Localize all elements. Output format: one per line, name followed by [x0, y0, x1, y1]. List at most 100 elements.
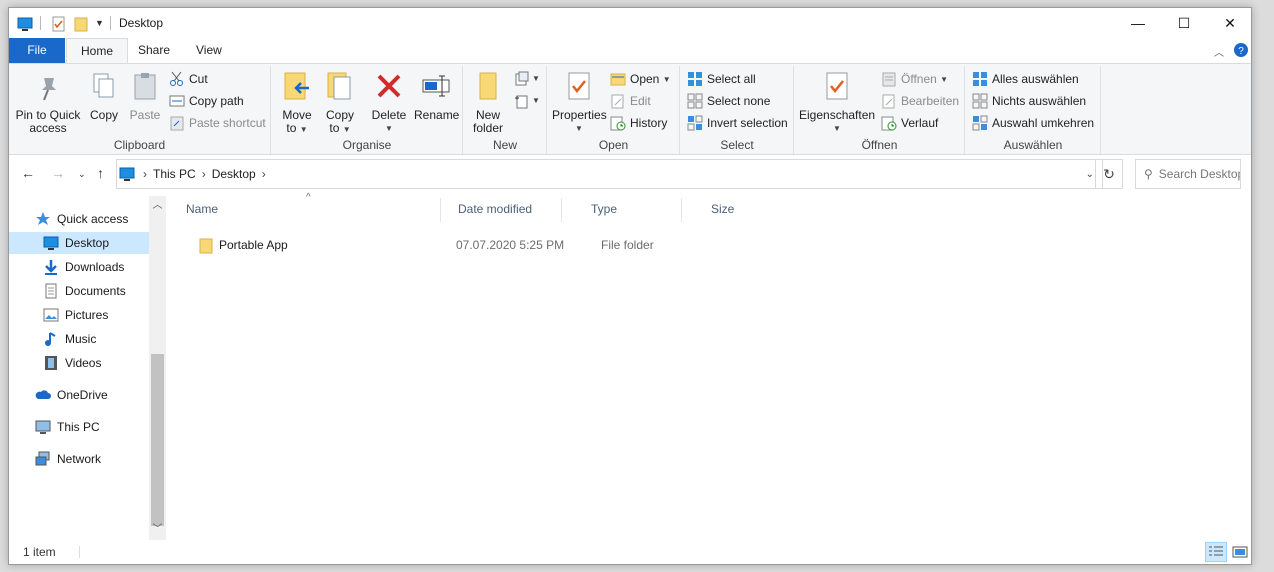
breadcrumb-separator-icon[interactable]: › — [202, 167, 206, 181]
alles-auswaehlen-button[interactable]: Alles auswählen — [972, 70, 1079, 88]
bearbeiten-button[interactable]: Bearbeiten — [881, 92, 959, 110]
new-item-icon[interactable] — [514, 71, 530, 87]
open-button[interactable]: Open ▼ — [610, 70, 671, 88]
oeffnen-button[interactable]: Öffnen ▼ — [881, 70, 948, 88]
paste-label: Paste — [129, 108, 161, 122]
tab-file[interactable]: File — [9, 38, 65, 63]
nichts-auswaehlen-button[interactable]: Nichts auswählen — [972, 92, 1086, 110]
edit-button[interactable]: Edit — [610, 92, 651, 110]
tab-share[interactable]: Share — [124, 38, 184, 63]
new-label: New — [492, 138, 517, 152]
sidebar-item-onedrive[interactable]: OneDrive — [9, 384, 149, 406]
forward-arrow-icon[interactable]: → — [51, 165, 65, 181]
copy-button[interactable]: Copy — [87, 70, 121, 122]
verlauf-button[interactable]: Verlauf — [881, 114, 938, 132]
copy-path-button[interactable]: Copy path — [169, 92, 244, 110]
sidebar-item-network[interactable]: Network — [9, 448, 149, 470]
properties-button[interactable]: Properties ▼ — [552, 70, 607, 135]
history-button[interactable]: History — [610, 114, 667, 132]
eigenschaften-button[interactable]: Eigenschaften ▼ — [799, 70, 875, 135]
chevron-down-icon[interactable]: ▼ — [95, 18, 104, 34]
copy-path-label: Copy path — [189, 94, 244, 108]
breadcrumb-separator-icon[interactable]: › — [262, 167, 266, 181]
download-icon — [45, 260, 57, 275]
sidebar-item-music[interactable]: Music — [9, 328, 149, 350]
move-to-icon — [284, 72, 309, 100]
pin-quick-access-button[interactable]: Pin to Quick access — [15, 70, 81, 135]
rename-button[interactable]: Rename — [414, 70, 460, 122]
chevron-down-icon: ▼ — [385, 124, 393, 133]
help-icon[interactable]: ? — [1234, 43, 1248, 57]
sidebar-item-downloads[interactable]: Downloads — [9, 256, 149, 278]
sidebar-item-this-pc[interactable]: This PC — [9, 416, 149, 438]
divider — [40, 16, 41, 30]
search-box[interactable]: ⚲ Search Desktop — [1135, 159, 1241, 189]
select-all-button[interactable]: Select all — [687, 70, 756, 88]
select-none-icon — [972, 93, 988, 109]
chevron-down-icon[interactable]: ▼ — [532, 74, 540, 83]
minimize-button[interactable]: — — [1115, 8, 1161, 38]
properties-icon[interactable] — [51, 16, 67, 32]
up-arrow-icon[interactable]: ↑ — [97, 165, 104, 181]
invert-selection-button[interactable]: Invert selection — [687, 114, 788, 132]
cut-button[interactable]: Cut — [169, 70, 208, 88]
recent-locations-icon[interactable]: ⌄ — [78, 169, 86, 180]
sidebar-item-desktop[interactable]: Desktop — [9, 232, 149, 254]
breadcrumb-desktop[interactable]: Desktop — [212, 167, 256, 181]
column-header-type[interactable]: Type — [591, 202, 617, 222]
easy-access-icon[interactable] — [514, 93, 530, 109]
paste-button[interactable]: Paste — [127, 70, 163, 122]
copy-to-button[interactable]: Copy to ▼ — [322, 70, 358, 136]
back-arrow-icon[interactable]: ← — [21, 165, 35, 181]
delete-button[interactable]: Delete ▼ — [370, 70, 408, 135]
refresh-button[interactable]: ↻ — [1095, 159, 1123, 189]
move-to-button[interactable]: Move to ▼ — [278, 70, 316, 136]
auswahl-umkehren-button[interactable]: Auswahl umkehren — [972, 114, 1094, 132]
new-folder-label: New folder — [473, 108, 504, 135]
column-divider[interactable] — [681, 198, 682, 222]
chevron-down-icon[interactable]: ﹀ — [149, 522, 166, 538]
rename-icon — [422, 75, 450, 97]
new-folder-icon[interactable] — [73, 16, 89, 32]
divider — [110, 16, 111, 30]
nav-scrollbar[interactable]: ︿ ﹀ — [149, 196, 166, 540]
delete-icon — [377, 74, 401, 98]
sidebar-item-documents[interactable]: Documents — [9, 280, 149, 302]
chevron-down-icon[interactable]: ▼ — [532, 96, 540, 105]
svg-text:?: ? — [1238, 46, 1244, 57]
chevron-up-icon[interactable]: ︿ — [149, 198, 166, 214]
collapse-ribbon-icon[interactable]: ︿ — [1214, 44, 1224, 59]
desktop-icon — [17, 17, 33, 31]
paste-shortcut-button[interactable]: Paste shortcut — [169, 114, 266, 132]
column-divider[interactable] — [561, 198, 562, 222]
close-button[interactable]: ✕ — [1207, 8, 1253, 38]
large-icons-view-button[interactable] — [1229, 542, 1251, 562]
tab-home[interactable]: Home — [66, 38, 129, 63]
table-row[interactable]: Portable App 07.07.2020 5:25 PM File fol… — [186, 234, 686, 256]
properties-icon — [826, 72, 848, 100]
address-bar[interactable]: › This PC › Desktop › ⌄ — [116, 159, 1103, 189]
select-none-button[interactable]: Select none — [687, 92, 770, 110]
tab-view[interactable]: View — [182, 38, 236, 63]
sidebar-item-quick-access[interactable]: Quick access — [9, 208, 149, 230]
scroll-thumb[interactable] — [151, 354, 164, 526]
breadcrumb-separator-icon[interactable]: › — [143, 167, 147, 181]
sidebar-item-videos[interactable]: Videos — [9, 352, 149, 374]
sidebar-item-pictures[interactable]: Pictures — [9, 304, 149, 326]
column-divider[interactable] — [440, 198, 441, 222]
chevron-down-icon[interactable]: ⌄ — [1086, 169, 1094, 180]
breadcrumb-this-pc[interactable]: This PC — [153, 167, 196, 181]
column-header-name[interactable]: Name — [186, 202, 218, 222]
column-header-date[interactable]: Date modified — [458, 202, 532, 222]
edit-icon — [611, 94, 624, 109]
copy-path-icon — [169, 95, 185, 107]
new-folder-button[interactable]: New folder — [468, 70, 508, 135]
clipboard-label: Clipboard — [113, 138, 166, 152]
maximize-button[interactable]: ☐ — [1161, 8, 1207, 38]
rename-label: Rename — [414, 108, 460, 122]
details-view-button[interactable] — [1205, 542, 1227, 562]
cut-label: Cut — [189, 72, 208, 86]
select-all-icon — [688, 72, 702, 86]
column-header-size[interactable]: Size — [711, 202, 734, 222]
oeffnen-label: Öffnen — [901, 72, 937, 86]
